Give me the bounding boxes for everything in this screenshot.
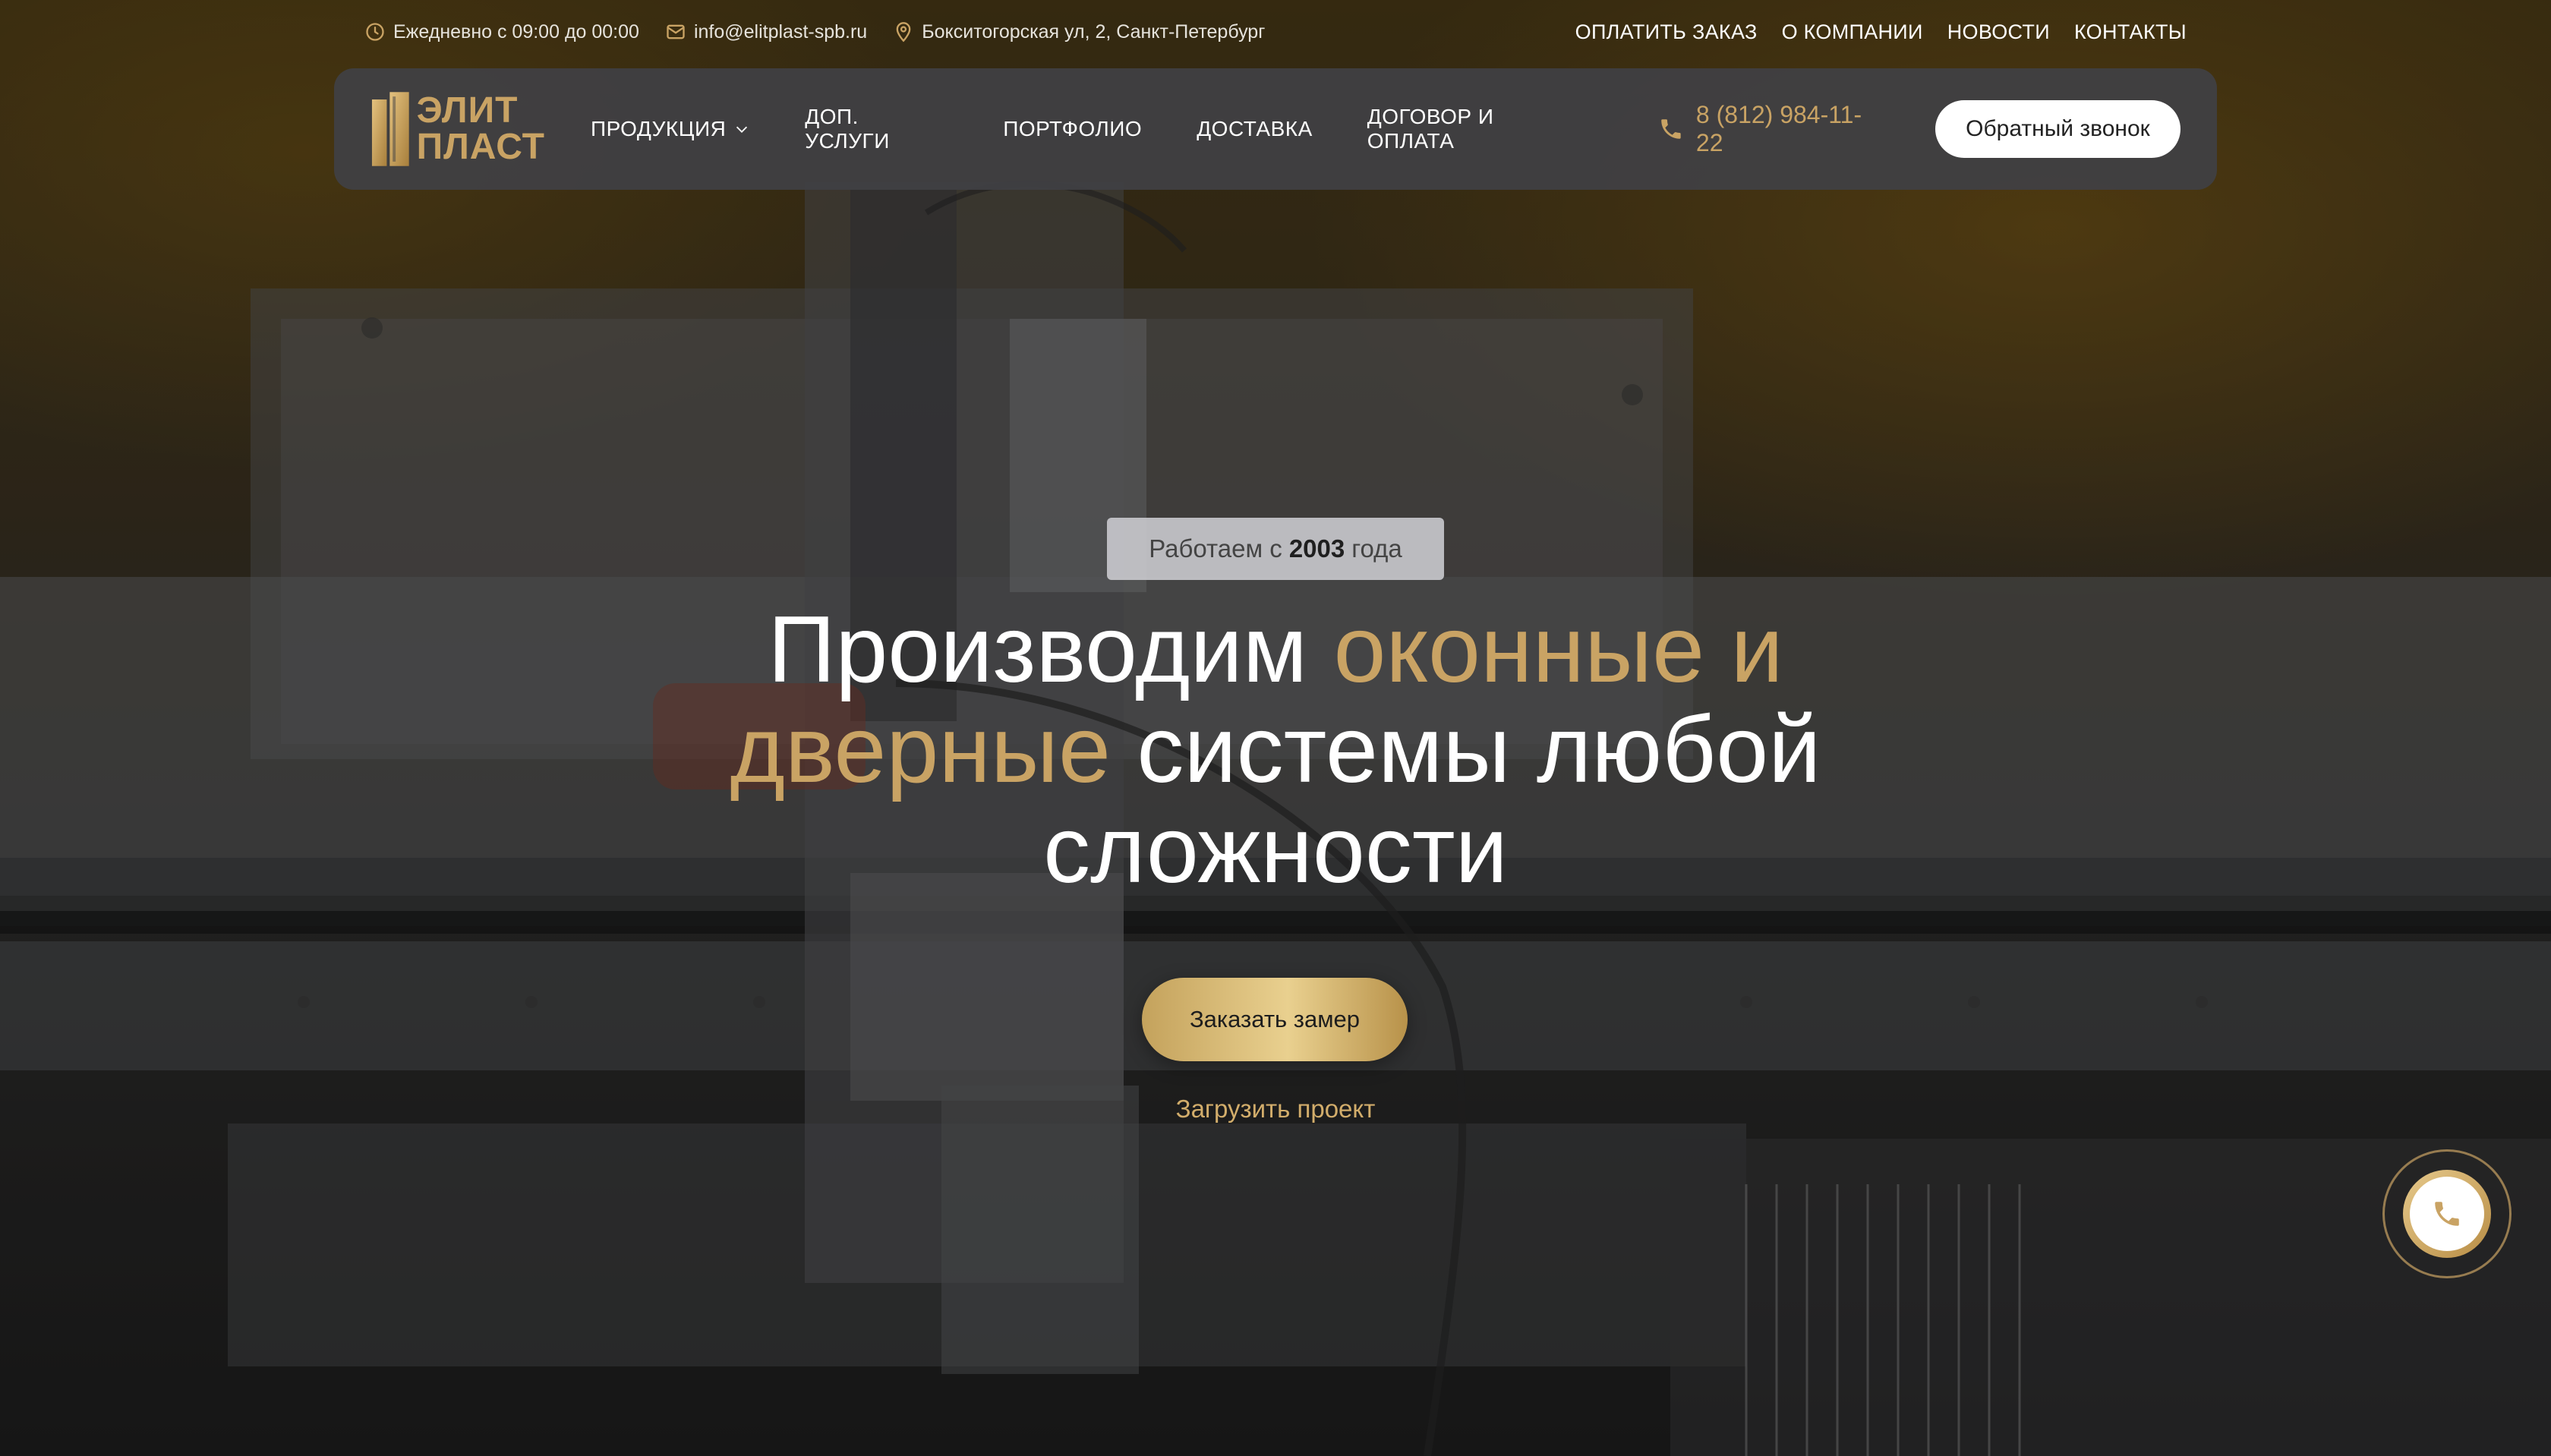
nav-item-label: ПРОДУКЦИЯ (591, 117, 727, 140)
floating-call-button[interactable] (2382, 1149, 2512, 1278)
floating-call-core (2410, 1177, 2484, 1251)
logo-line-1: ЭЛИТ (416, 90, 519, 131)
main-nav: ПРОДУКЦИЯ ДОП. УСЛУГИ ПОРТФОЛИО ДОСТАВКА… (591, 105, 1585, 153)
mail-icon (667, 24, 685, 39)
nav-item-services[interactable]: ДОП. УСЛУГИ (805, 105, 948, 153)
link-pay-order[interactable]: ОПЛАТИТЬ ЗАКАЗ (1575, 20, 1758, 44)
link-news[interactable]: НОВОСТИ (1947, 20, 2050, 44)
top-nav-links: ОПЛАТИТЬ ЗАКАЗ О КОМПАНИИ НОВОСТИ КОНТАК… (1575, 20, 2187, 44)
phone-number: 8 (812) 984-11-22 (1695, 101, 1862, 156)
header-phone-link[interactable]: 8 (812) 984-11-22 (1658, 101, 1888, 157)
working-hours: Ежедневно с 09:00 до 00:00 (364, 21, 639, 43)
headline-part-2: системы любой сложности (1043, 698, 1821, 903)
chevron-down-icon (736, 126, 748, 133)
contact-info: Ежедневно с 09:00 до 00:00 info@elitplas… (364, 21, 1265, 43)
link-contacts[interactable]: КОНТАКТЫ (2074, 20, 2187, 44)
nav-item-label: ПОРТФОЛИО (1003, 117, 1143, 140)
badge-year: 2003 (1288, 534, 1345, 563)
hero-headline: Производим оконные и дверные системы люб… (592, 600, 1959, 900)
nav-item-portfolio[interactable]: ПОРТФОЛИО (1003, 117, 1142, 141)
badge-suffix: года (1351, 534, 1402, 563)
floating-call-ring (2403, 1170, 2491, 1258)
headline-part-1: Производим (768, 597, 1307, 702)
link-about[interactable]: О КОМПАНИИ (1782, 20, 1923, 44)
nav-item-label: ДОП. УСЛУГИ (805, 105, 890, 153)
email-link[interactable]: info@elitplast-spb.ru (665, 21, 867, 43)
clock-icon (366, 23, 384, 41)
nav-item-label: ДОГОВОР И ОПЛАТА (1367, 105, 1494, 153)
logo-text: ЭЛИТ ПЛАСТ (417, 93, 545, 165)
main-header: ЭЛИТ ПЛАСТ ПРОДУКЦИЯ ДОП. УСЛУГИ ПОРТФОЛ… (334, 68, 2217, 190)
phone-icon (2435, 1202, 2459, 1226)
address-text: Бокситогорская ул, 2, Санкт-Петербург (922, 20, 1266, 43)
nav-item-products[interactable]: ПРОДУКЦИЯ (591, 117, 750, 141)
logo-line-2: ПЛАСТ (416, 127, 545, 167)
order-measurement-button[interactable]: Заказать замер (1142, 978, 1408, 1061)
address: Бокситогорская ул, 2, Санкт-Петербург (893, 21, 1265, 43)
logo-door-icon (371, 92, 409, 166)
since-badge: Работаем с 2003 года (1107, 518, 1444, 580)
badge-prefix: Работаем с (1149, 534, 1282, 563)
nav-item-contract[interactable]: ДОГОВОР И ОПЛАТА (1367, 105, 1585, 153)
nav-item-delivery[interactable]: ДОСТАВКА (1197, 117, 1313, 141)
location-pin-icon (896, 22, 911, 43)
nav-item-label: ДОСТАВКА (1197, 117, 1313, 140)
callback-button[interactable]: Обратный звонок (1935, 100, 2180, 158)
email-text: info@elitplast-spb.ru (693, 20, 868, 43)
upload-project-link[interactable]: Загрузить проект (1124, 1095, 1427, 1124)
phone-icon (1661, 119, 1681, 139)
site-logo[interactable]: ЭЛИТ ПЛАСТ (371, 87, 545, 171)
top-info-bar: Ежедневно с 09:00 до 00:00 info@elitplas… (364, 17, 2187, 47)
working-hours-text: Ежедневно с 09:00 до 00:00 (393, 20, 639, 43)
